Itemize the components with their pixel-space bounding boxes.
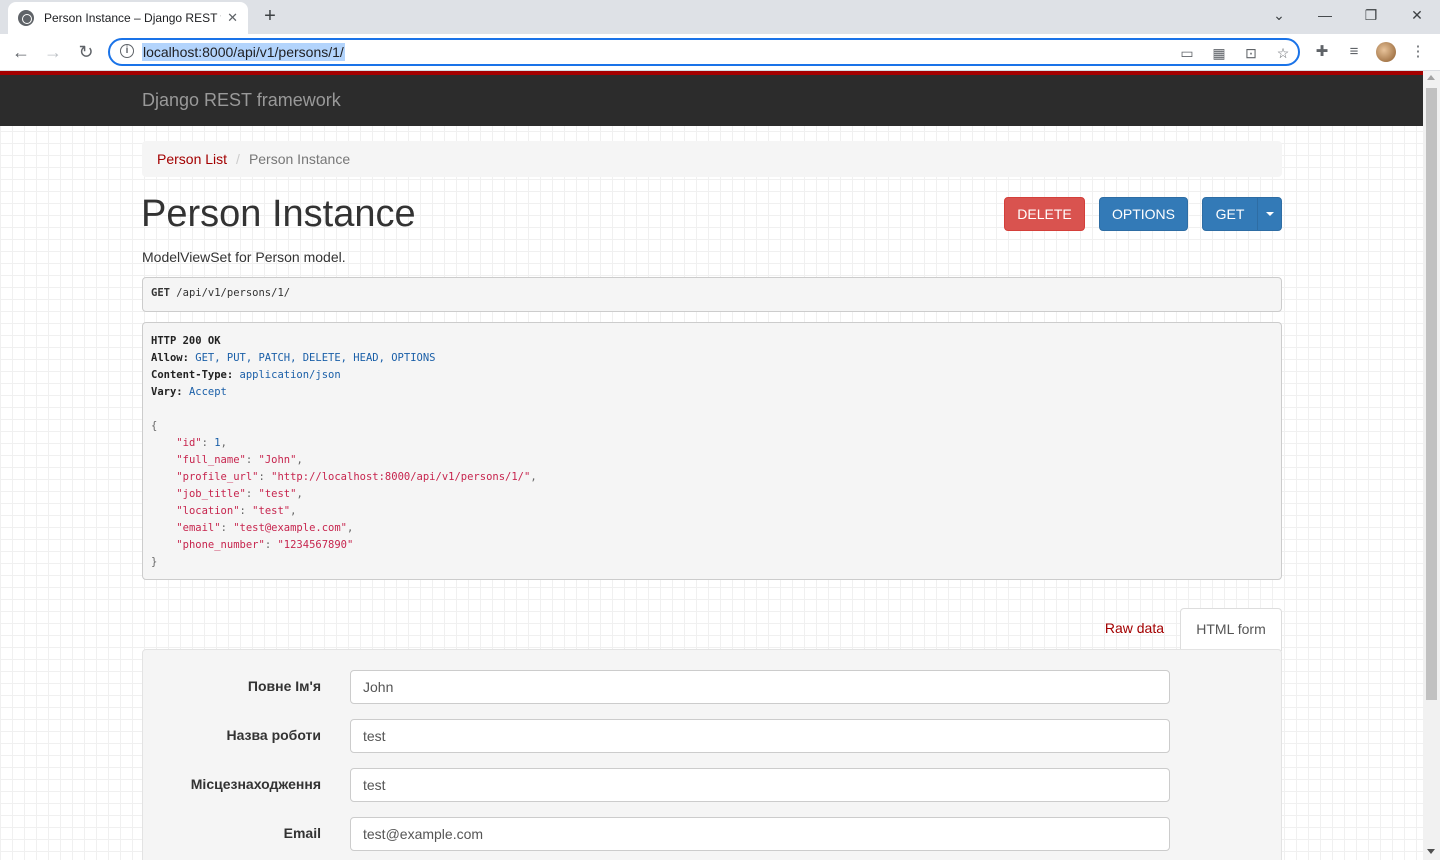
form-label: Повне Ім'я — [247, 678, 321, 694]
json-key: "profile_url" — [176, 471, 259, 483]
menu-kebab-icon[interactable]: ⋮ — [1408, 42, 1428, 62]
tab-raw-data[interactable]: Raw data — [1093, 608, 1176, 650]
page-description: ModelViewSet for Person model. — [142, 249, 346, 265]
browser-toolbar: ← → ↻ i localhost:8000/api/v1/persons/1/… — [0, 34, 1440, 71]
options-button[interactable]: OPTIONS — [1099, 197, 1188, 231]
breadcrumb: Person List / Person Instance — [142, 141, 1282, 177]
json-value: "test" — [258, 488, 297, 500]
json-line: "profile_url": "http://localhost:8000/ap… — [176, 471, 537, 483]
content-tabs: Raw data HTML form — [142, 608, 1282, 651]
tab-search-icon[interactable]: ⌄ — [1256, 0, 1302, 30]
json-line: "phone_number": "1234567890" — [176, 539, 354, 551]
json-line: "id": 1, — [176, 437, 227, 449]
json-value: "1234567890" — [277, 539, 354, 551]
brand-link[interactable]: Django REST framework — [142, 90, 341, 111]
breadcrumb-person-list[interactable]: Person List — [157, 151, 227, 167]
json-line: "full_name": "John", — [176, 454, 303, 466]
globe-icon — [18, 10, 34, 26]
url-text[interactable]: localhost:8000/api/v1/persons/1/ — [142, 43, 345, 61]
content-type-label: Content-Type: — [151, 369, 234, 381]
request-method: GET — [151, 287, 170, 299]
json-key: "job_title" — [176, 488, 246, 500]
tab-html-form[interactable]: HTML form — [1180, 608, 1282, 651]
vary-value: Accept — [188, 386, 227, 398]
scroll-down-arrow-icon[interactable] — [1427, 849, 1435, 854]
translate-icon[interactable]: ⊡ — [1242, 44, 1260, 62]
allow-label: Allow: — [151, 352, 189, 364]
form-input[interactable]: test — [350, 768, 1170, 802]
json-open-brace: { — [151, 420, 158, 432]
page-content: Django REST framework Person List / Pers… — [0, 71, 1423, 860]
form-input[interactable]: test — [350, 719, 1170, 753]
json-value: "http://localhost:8000/api/v1/persons/1/… — [271, 471, 531, 483]
close-icon[interactable]: ✕ — [227, 10, 238, 26]
restore-button[interactable]: ❐ — [1348, 0, 1394, 30]
form-input[interactable]: John — [350, 670, 1170, 704]
media-icon[interactable]: ≡ — [1344, 42, 1364, 62]
window-close-button[interactable]: ✕ — [1394, 0, 1440, 30]
json-close-brace: } — [151, 556, 158, 568]
browser-tab[interactable]: Person Instance – Django REST fr ✕ — [8, 2, 248, 34]
json-line: "email": "test@example.com", — [176, 522, 354, 534]
form-row: Назва роботи test — [143, 719, 1283, 753]
request-path: /api/v1/persons/1/ — [176, 287, 291, 299]
json-comma: , — [347, 522, 354, 534]
form-label: Місцезнаходження — [190, 776, 321, 792]
info-icon[interactable]: i — [120, 44, 134, 58]
reload-icon[interactable]: ↻ — [73, 40, 99, 66]
profile-avatar[interactable] — [1376, 42, 1396, 62]
form-row: Повне Ім'я John — [143, 670, 1283, 704]
caret-down-icon — [1265, 212, 1274, 216]
form-row: Email test@example.com — [143, 817, 1283, 851]
json-line: "job_title": "test", — [176, 488, 303, 500]
page-title: Person Instance — [141, 193, 416, 235]
browser-tab-bar: Person Instance – Django REST fr ✕ + ⌄ —… — [0, 0, 1440, 34]
new-tab-button[interactable]: + — [258, 5, 282, 29]
form-label: Назва роботи — [226, 727, 321, 743]
qr-code-icon[interactable]: ▦ — [1210, 44, 1228, 62]
forward-icon[interactable]: → — [40, 40, 66, 66]
form-input[interactable]: test@example.com — [350, 817, 1170, 851]
form-row: Місцезнаходження test — [143, 768, 1283, 802]
json-key: "full_name" — [176, 454, 246, 466]
json-comma: , — [296, 488, 303, 500]
get-format-dropdown[interactable] — [1257, 197, 1282, 231]
breadcrumb-current: Person Instance — [248, 151, 351, 167]
response-status: HTTP 200 OK — [151, 335, 221, 347]
json-line: "location": "test", — [176, 505, 297, 517]
json-value: "test@example.com" — [233, 522, 348, 534]
json-key: "location" — [176, 505, 240, 517]
json-comma: , — [220, 437, 227, 449]
json-key: "email" — [176, 522, 221, 534]
json-body: "id": 1, "full_name": "John", "profile_u… — [151, 435, 1273, 554]
response-info: HTTP 200 OK Allow: GET, PUT, PATCH, DELE… — [142, 322, 1282, 580]
json-key: "id" — [176, 437, 202, 449]
extensions-icon[interactable]: ✚ — [1312, 42, 1332, 62]
json-key: "phone_number" — [176, 539, 265, 551]
vary-label: Vary: — [151, 386, 183, 398]
json-comma: , — [296, 454, 303, 466]
tab-title: Person Instance – Django REST fr — [44, 11, 222, 25]
scrollbar-thumb[interactable] — [1426, 88, 1437, 700]
json-value: "John" — [258, 454, 297, 466]
bookmark-star-icon[interactable]: ☆ — [1274, 44, 1292, 62]
minimize-button[interactable]: — — [1302, 0, 1348, 30]
breadcrumb-separator: / — [236, 151, 240, 167]
address-bar[interactable]: i localhost:8000/api/v1/persons/1/ ▭ ▦ ⊡… — [108, 38, 1300, 66]
get-button[interactable]: GET — [1202, 197, 1258, 231]
cast-icon[interactable]: ▭ — [1178, 44, 1196, 62]
back-icon[interactable]: ← — [8, 40, 34, 66]
form-label: Email — [283, 825, 321, 841]
scroll-up-arrow-icon[interactable] — [1427, 75, 1435, 80]
json-value: "test" — [252, 505, 291, 517]
request-info: GET /api/v1/persons/1/ — [142, 277, 1282, 312]
html-form: Повне Ім'я John Назва роботи test Місцезнахо… — [142, 649, 1282, 860]
allow-value: GET, PUT, PATCH, DELETE, HEAD, OPTIONS — [195, 352, 436, 364]
json-comma: , — [530, 471, 537, 483]
delete-button[interactable]: DELETE — [1004, 197, 1085, 231]
top-navbar: Django REST framework — [0, 75, 1423, 126]
page-scrollbar[interactable] — [1423, 71, 1440, 860]
content-type-value: application/json — [239, 369, 341, 381]
json-comma: , — [290, 505, 297, 517]
